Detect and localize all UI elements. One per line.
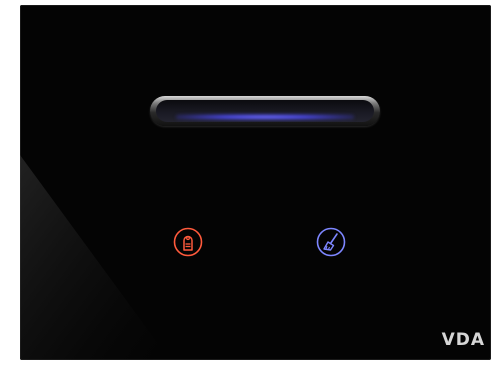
glass-reflection <box>20 155 170 360</box>
card-slot-glow <box>176 114 354 120</box>
card-slot[interactable] <box>150 96 380 126</box>
broom-icon <box>316 227 346 257</box>
door-hanger-icon <box>173 227 203 257</box>
card-slot-opening <box>156 100 374 122</box>
do-not-disturb-button[interactable] <box>173 227 203 257</box>
make-up-room-button[interactable] <box>316 227 346 257</box>
switch-panel: VDA <box>20 5 491 360</box>
brand-logo: VDA <box>441 330 485 350</box>
